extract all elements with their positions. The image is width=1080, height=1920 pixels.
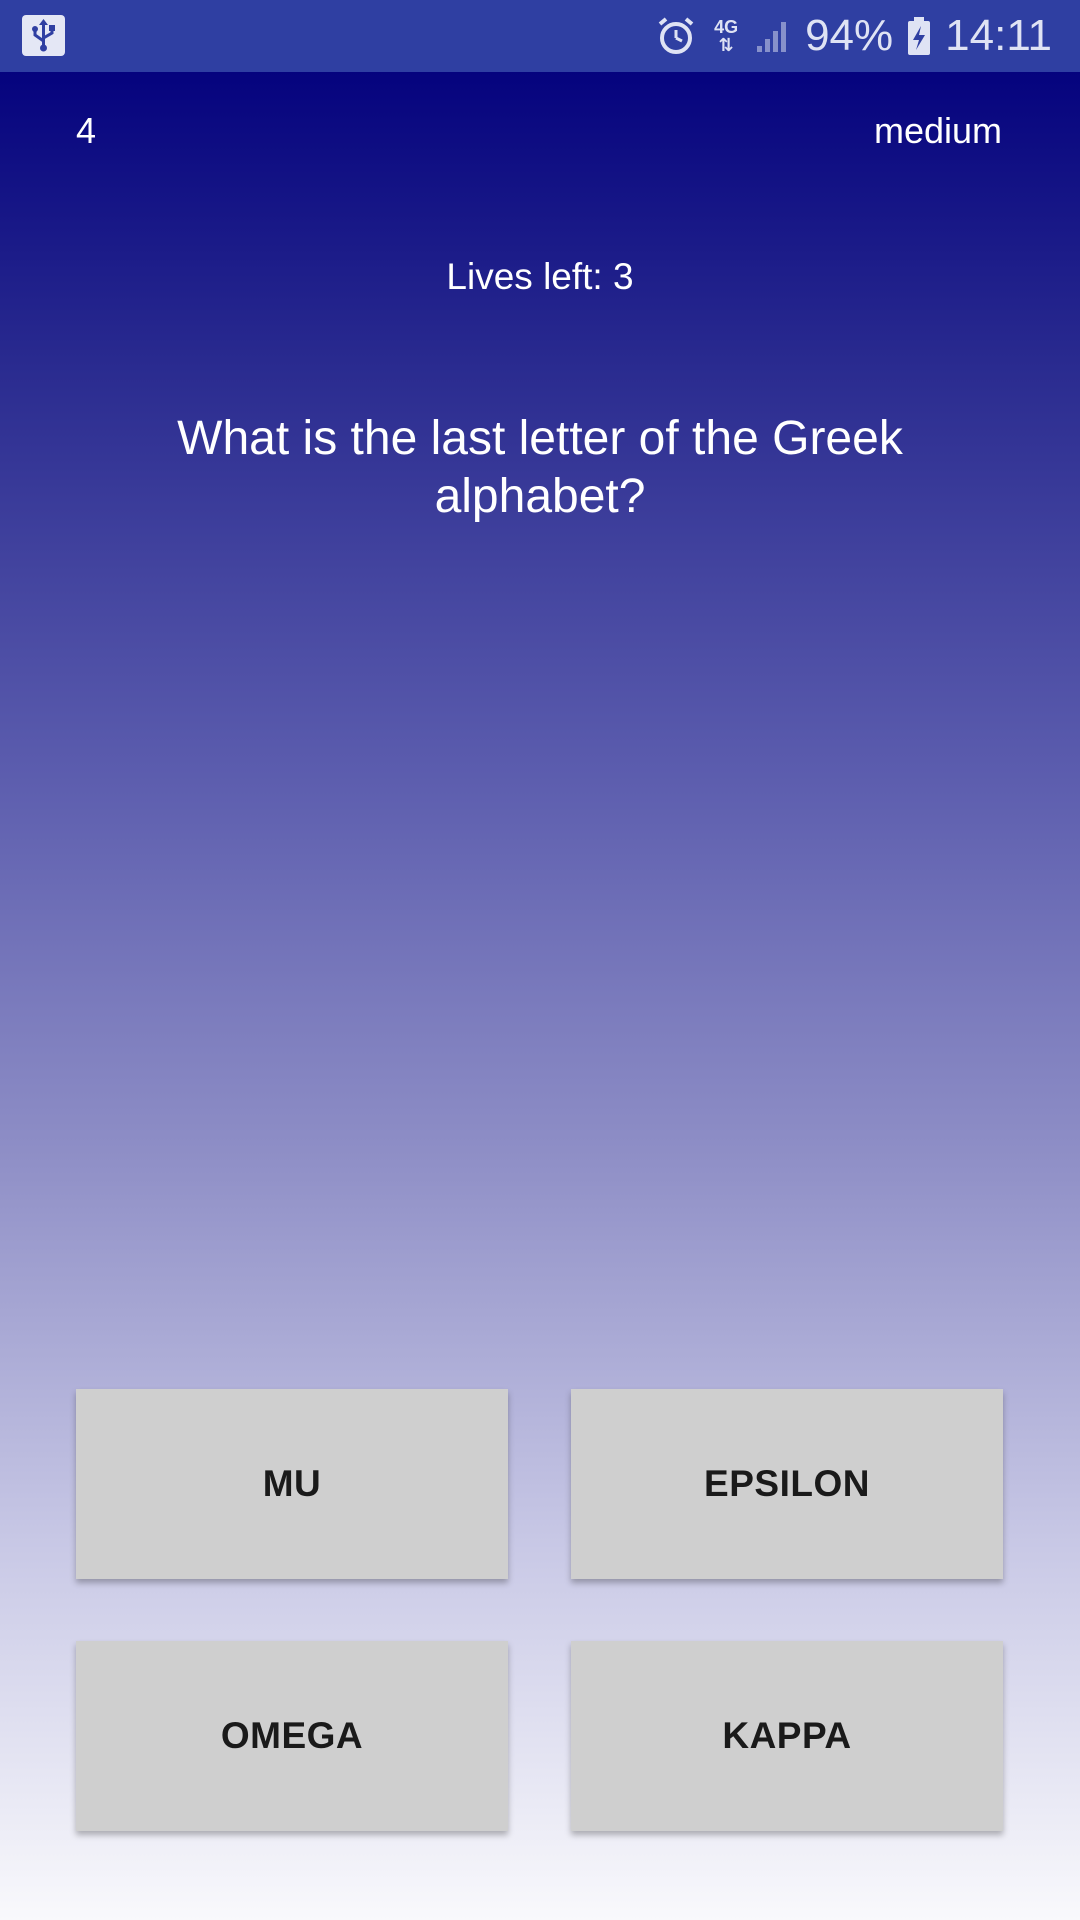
answer-button-epsilon[interactable]: EPSILON: [571, 1389, 1003, 1579]
question-text: What is the last letter of the Greek alp…: [177, 412, 903, 523]
answer-button-omega[interactable]: OMEGA: [76, 1641, 508, 1831]
quiz-screen: 4G ⇅ 94% 14:11 4 medium Lives left: 3 Wh…: [0, 0, 1080, 1920]
answer-button-kappa[interactable]: KAPPA: [571, 1641, 1003, 1831]
battery-charging-icon: [907, 16, 931, 56]
network-label: 4G: [714, 17, 739, 37]
battery-percent: 94%: [805, 11, 894, 60]
game-header: 4 medium: [0, 110, 1080, 160]
answer-button-mu[interactable]: MU: [76, 1389, 508, 1579]
signal-icon: [755, 18, 791, 54]
lives-counter: Lives left: 3: [446, 256, 634, 297]
difficulty-label: medium: [873, 110, 1002, 151]
status-bar: 4G ⇅ 94% 14:11: [0, 0, 1080, 72]
status-icons: 4G ⇅ 94% 14:11: [655, 0, 1052, 72]
alarm-icon: [655, 15, 697, 57]
network-4g-icon: 4G ⇅: [714, 17, 739, 55]
clock: 14:11: [945, 11, 1052, 60]
level-number: 4: [76, 110, 97, 151]
usb-icon: [22, 15, 65, 56]
